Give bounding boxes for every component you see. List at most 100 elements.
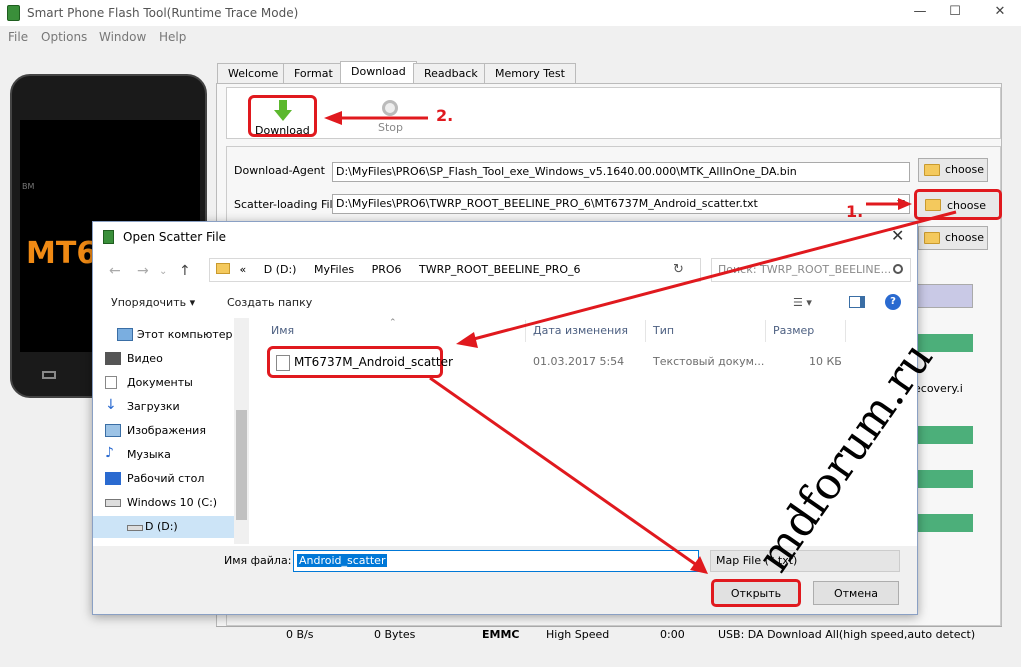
nav-music[interactable]: ♪ Музыка <box>101 444 231 466</box>
choose-label: choose <box>945 231 984 244</box>
column-date[interactable]: Дата изменения <box>533 324 628 337</box>
nav-downloads[interactable]: ↓ Загрузки <box>101 396 231 418</box>
nav-label: Видео <box>127 352 163 365</box>
status-time: 0:00 <box>660 628 685 641</box>
filename-label: Имя файла: <box>224 554 292 567</box>
tab-readback[interactable]: Readback <box>413 63 489 83</box>
maximize-icon[interactable]: ☐ <box>935 0 975 26</box>
column-name[interactable]: Имя <box>271 324 294 337</box>
path-segment[interactable]: MyFiles <box>314 263 354 276</box>
refresh-icon[interactable]: ↻ <box>673 262 684 277</box>
partition-row[interactable] <box>914 470 973 488</box>
file-type: Текстовый докум... <box>653 355 765 368</box>
nav-video[interactable]: Видео <box>101 348 231 370</box>
nav-label: Рабочий стол <box>127 472 205 485</box>
status-bar: 0 B/s 0 Bytes EMMC High Speed 0:00 USB: … <box>216 626 1002 642</box>
minimize-icon[interactable]: — <box>900 0 940 26</box>
download-button[interactable]: Download <box>248 95 317 137</box>
partition-row[interactable] <box>914 514 973 532</box>
dialog-title: Open Scatter File <box>123 230 227 244</box>
menu-help[interactable]: Help <box>159 30 186 44</box>
dialog-title-bar: Open Scatter File ✕ <box>93 222 917 252</box>
nav-label: Изображения <box>127 424 206 437</box>
help-icon[interactable]: ? <box>885 294 901 310</box>
menu-options[interactable]: Options <box>41 30 87 44</box>
path-segment[interactable]: D (D:) <box>264 263 297 276</box>
column-separator <box>845 320 846 342</box>
phone-brand: BM <box>22 182 35 191</box>
tab-download[interactable]: Download <box>340 61 417 84</box>
cancel-button[interactable]: Отмена <box>813 581 899 605</box>
choose-download-agent-button[interactable]: choose <box>918 158 988 182</box>
file-name: MT6737M_Android_scatter <box>294 355 453 369</box>
search-input[interactable]: Поиск: TWRP_ROOT_BEELINE... <box>711 258 911 282</box>
choose-auth-button[interactable]: choose <box>918 226 988 250</box>
column-type[interactable]: Тип <box>653 324 674 337</box>
home-button-icon <box>42 371 56 379</box>
navigation-pane: Этот компьютер Видео Документы ↓ Загрузк… <box>93 318 249 544</box>
status-speed: 0 B/s <box>286 628 314 641</box>
tab-welcome[interactable]: Welcome <box>217 63 290 83</box>
organize-button[interactable]: Упорядочить ▾ <box>111 296 195 309</box>
downloads-icon: ↓ <box>105 397 117 413</box>
preview-pane-icon[interactable] <box>849 296 865 308</box>
file-item-scatter[interactable]: MT6737M_Android_scatter <box>267 346 453 378</box>
folder-icon <box>924 164 940 176</box>
choose-label: choose <box>945 163 984 176</box>
up-icon[interactable]: ↑ <box>179 263 191 279</box>
partition-table-header <box>914 284 973 308</box>
scroll-thumb[interactable] <box>236 410 247 520</box>
partition-row[interactable] <box>914 426 973 444</box>
annotation-arrow-2 <box>324 111 428 125</box>
path-segment[interactable]: PRO6 <box>372 263 402 276</box>
address-path[interactable]: « D (D:) MyFiles PRO6 TWRP_ROOT_BEELINE_… <box>209 258 701 282</box>
menu-file[interactable]: File <box>8 30 28 44</box>
new-folder-button[interactable]: Создать папку <box>227 296 312 309</box>
close-icon[interactable]: ✕ <box>980 0 1020 26</box>
folder-icon <box>925 199 941 211</box>
tab-format[interactable]: Format <box>283 63 344 83</box>
video-icon <box>105 352 121 365</box>
annotation-step-2: 2. <box>436 106 454 125</box>
title-bar: Smart Phone Flash Tool(Runtime Trace Mod… <box>0 0 1021 26</box>
scatter-loading-field[interactable]: D:\MyFiles\PRO6\TWRP_ROOT_BEELINE_PRO_6\… <box>332 194 910 214</box>
filename-input[interactable]: Android_scatter <box>293 550 699 572</box>
download-agent-field[interactable]: D:\MyFiles\PRO6\SP_Flash_Tool_exe_Window… <box>332 162 910 182</box>
dialog-button-bar: Открыть Отмена <box>93 574 917 614</box>
nav-label: D (D:) <box>145 520 178 533</box>
desktop-icon <box>105 472 121 485</box>
column-separator <box>765 320 766 342</box>
address-bar-row: ← → ⌄ ↑ « D (D:) MyFiles PRO6 TWRP_ROOT_… <box>103 258 911 284</box>
nav-label: Загрузки <box>127 400 180 413</box>
open-button[interactable]: Открыть <box>711 579 801 607</box>
nav-desktop[interactable]: Рабочий стол <box>101 468 231 490</box>
forward-icon[interactable]: → <box>137 263 149 279</box>
nav-drive-c[interactable]: Windows 10 (C:) <box>101 492 231 514</box>
drive-icon <box>127 525 143 531</box>
menu-window[interactable]: Window <box>99 30 146 44</box>
view-options-icon[interactable]: ☰ ▾ <box>793 296 812 309</box>
recent-locations-icon[interactable]: ⌄ <box>159 266 167 277</box>
app-icon <box>7 5 20 21</box>
nav-scrollbar[interactable] <box>234 318 249 544</box>
status-bytes: 0 Bytes <box>374 628 416 641</box>
choose-label: choose <box>947 199 986 212</box>
back-icon[interactable]: ← <box>109 263 121 279</box>
download-button-label: Download <box>255 124 310 137</box>
path-segment[interactable]: TWRP_ROOT_BEELINE_PRO_6 <box>419 263 580 276</box>
nav-label: Документы <box>127 376 193 389</box>
nav-pictures[interactable]: Изображения <box>101 420 231 442</box>
column-separator <box>645 320 646 342</box>
nav-drive-d[interactable]: D (D:) <box>93 516 234 538</box>
folder-icon <box>216 263 230 274</box>
dialog-close-icon[interactable]: ✕ <box>891 226 904 245</box>
documents-icon <box>105 376 117 389</box>
annotation-step-1: 1. <box>846 202 864 221</box>
column-size[interactable]: Размер <box>773 324 814 337</box>
search-icon <box>893 264 903 274</box>
nav-this-pc[interactable]: Этот компьютер <box>93 324 234 346</box>
path-segment[interactable]: « <box>240 263 247 276</box>
nav-documents[interactable]: Документы <box>101 372 231 394</box>
tab-memory-test[interactable]: Memory Test <box>484 63 576 83</box>
choose-scatter-button[interactable]: choose <box>914 189 1002 220</box>
